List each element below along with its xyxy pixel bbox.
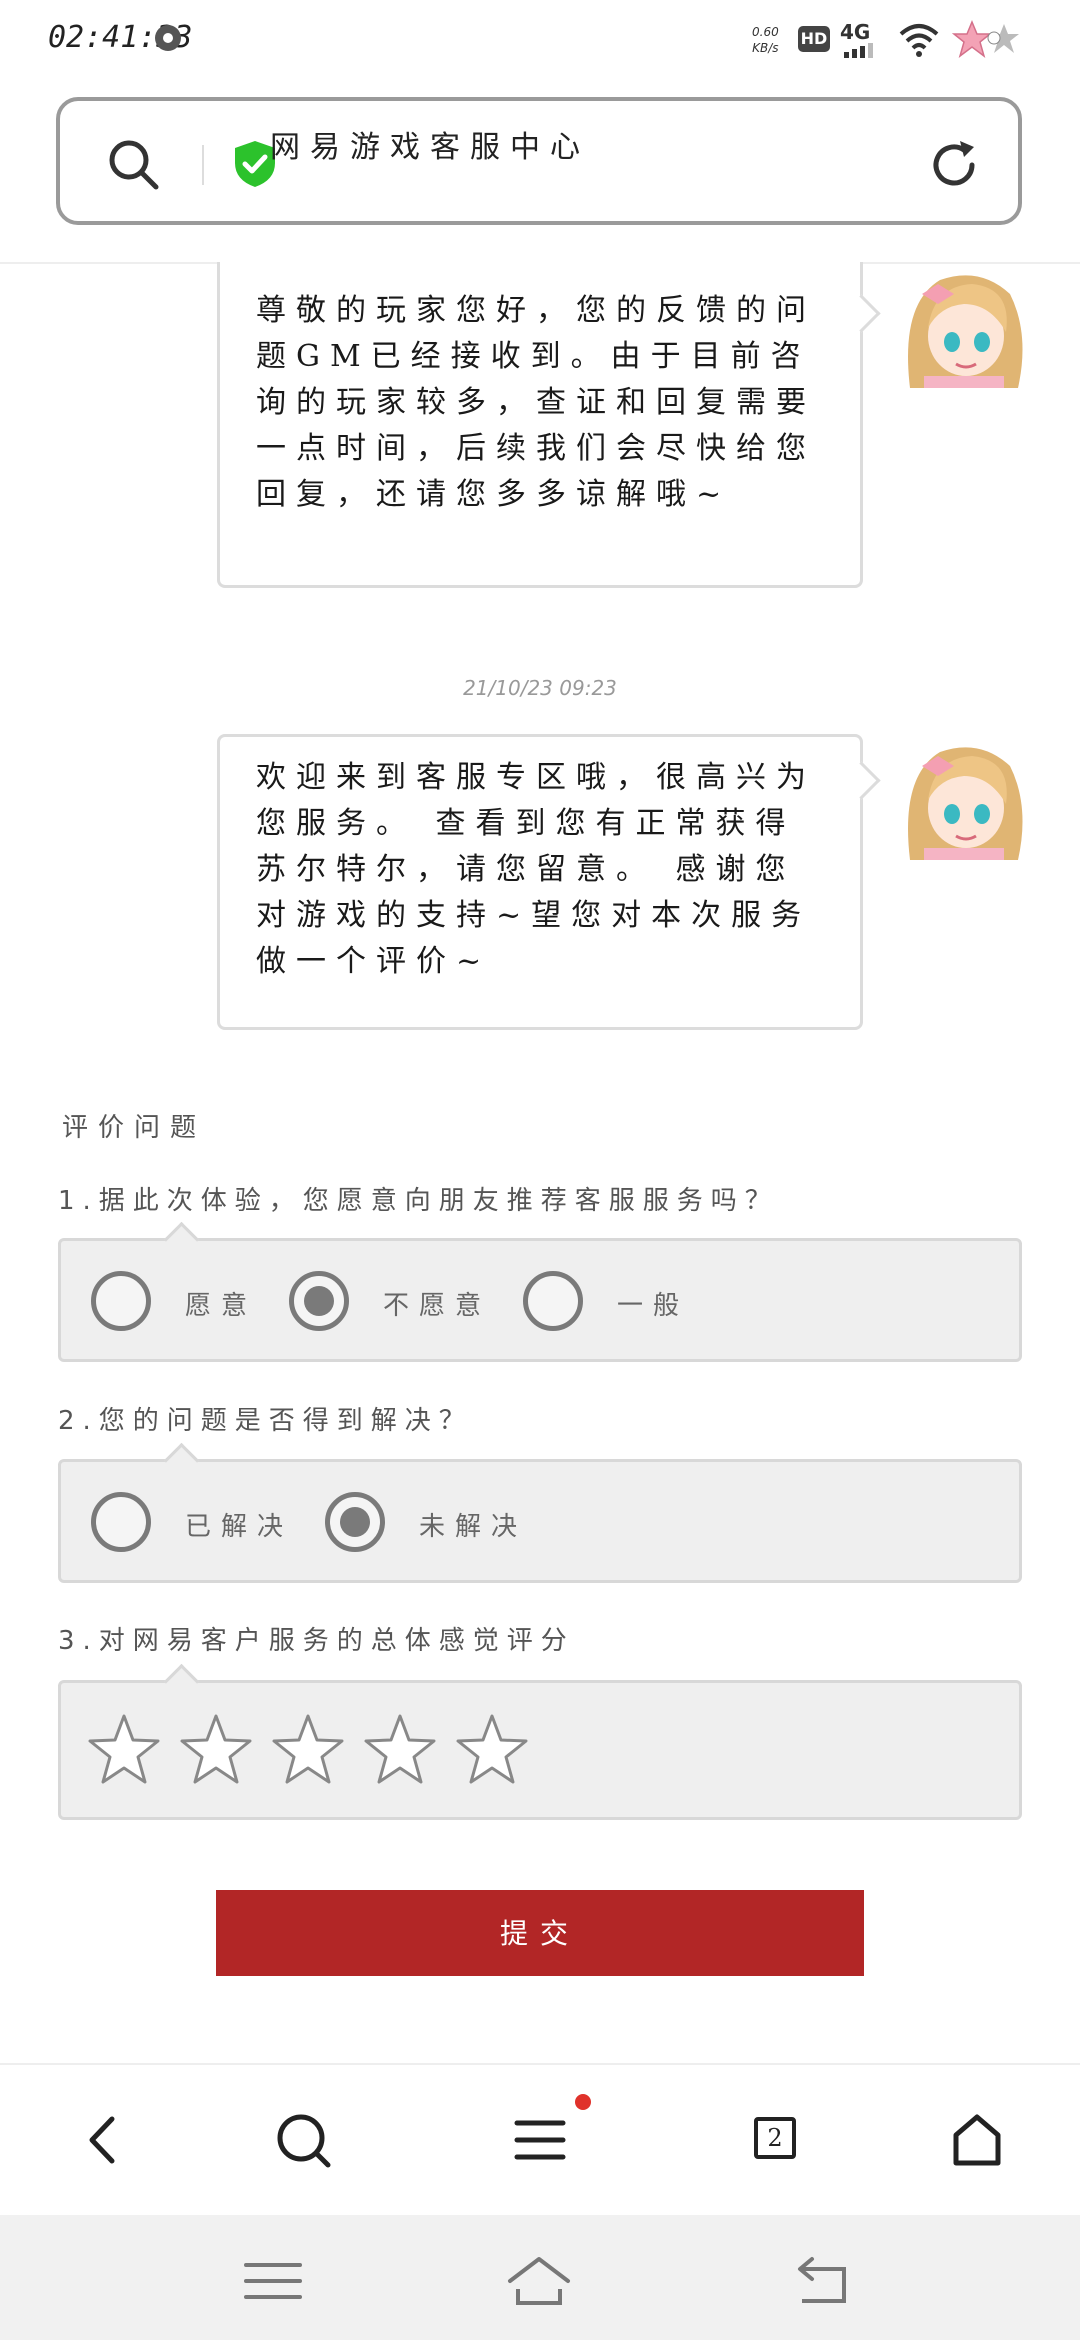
bubble-tail (842, 294, 881, 333)
search-icon[interactable] (106, 137, 162, 193)
star-5-icon[interactable] (455, 1713, 529, 1787)
avatar (900, 264, 1024, 388)
notification-dot (575, 2094, 591, 2110)
message-text: 欢迎来到客服专区哦，很高兴为您服务。 查看到您有正常获得苏尔特尔，请您留意。 感… (256, 760, 816, 979)
browser-toolbar: 2 (0, 2063, 1080, 2215)
chat-timestamp: 21/10/23 09:23 (463, 676, 617, 700)
panel-notch (163, 1663, 200, 1700)
star-4-icon[interactable] (363, 1713, 437, 1787)
search-icon[interactable] (268, 2105, 338, 2175)
question-3-label: 3.对网易客户服务的总体感觉评分 (58, 1626, 575, 1656)
panel-notch (163, 1442, 200, 1479)
star-1-icon[interactable] (87, 1713, 161, 1787)
home-icon[interactable] (504, 2253, 574, 2309)
chat-bubble: 欢迎来到客服专区哦，很高兴为您服务。 查看到您有正常获得苏尔特尔，请您留意。 感… (217, 734, 881, 1030)
menu-icon[interactable] (238, 2253, 308, 2309)
radio-label: 不愿意 (383, 1291, 492, 1321)
message-text: 尊敬的玩家您好，您的反馈的问题GM已经接收到。由于目前咨询的玩家较多，查证和回复… (256, 293, 816, 512)
address-divider (202, 145, 204, 185)
radio-label: 一般 (617, 1291, 690, 1321)
radio-unwilling[interactable] (289, 1271, 349, 1331)
battery-icon (952, 20, 1019, 58)
avatar (900, 736, 1024, 860)
hd-badge: HD (798, 26, 830, 52)
system-nav-bar (0, 2215, 1080, 2340)
question-2-label: 2.您的问题是否得到解决？ (58, 1406, 473, 1436)
menu-icon[interactable] (505, 2105, 575, 2175)
status-bar: 02:41:33 0.60 KB/s HD 4G (0, 0, 1080, 80)
network-type: 4G (840, 20, 871, 44)
bubble-tail (842, 761, 881, 800)
star-2-icon[interactable] (179, 1713, 253, 1787)
radio-resolved[interactable] (91, 1492, 151, 1552)
panel-notch (163, 1221, 200, 1258)
question-1-options: 愿意 不愿意 一般 (58, 1221, 1022, 1362)
question-2-options: 已解决 未解决 (58, 1442, 1022, 1583)
wifi-icon (899, 24, 939, 57)
radio-label: 已解决 (185, 1512, 294, 1542)
radio-label: 愿意 (185, 1291, 258, 1321)
radio-neutral[interactable] (523, 1271, 583, 1331)
location-icon (155, 25, 181, 51)
reload-icon[interactable] (926, 137, 982, 193)
question-1-label: 1.据此次体验，您愿意向朋友推荐客服服务吗？ (58, 1186, 779, 1216)
radio-label: 未解决 (419, 1512, 528, 1542)
chat-bubble: 尊敬的玩家您好，您的反馈的问题GM已经接收到。由于目前咨询的玩家较多，查证和回复… (217, 262, 881, 588)
tab-count: 2 (754, 2117, 796, 2159)
star-3-icon[interactable] (271, 1713, 345, 1787)
page-title: 网易游戏客服中心 (270, 130, 590, 165)
tabs-icon[interactable]: 2 (742, 2105, 812, 2175)
home-icon[interactable] (942, 2105, 1012, 2175)
net-speed: 0.60 KB/s (752, 25, 779, 55)
back-icon[interactable] (68, 2105, 138, 2175)
back-icon[interactable] (788, 2253, 858, 2309)
radio-willing[interactable] (91, 1271, 151, 1331)
survey-title: 评价问题 (62, 1113, 207, 1143)
submit-button[interactable]: 提交 (216, 1890, 864, 1976)
radio-unresolved[interactable] (325, 1492, 385, 1552)
question-3-rating (58, 1663, 1022, 1820)
signal-icon (844, 43, 873, 58)
